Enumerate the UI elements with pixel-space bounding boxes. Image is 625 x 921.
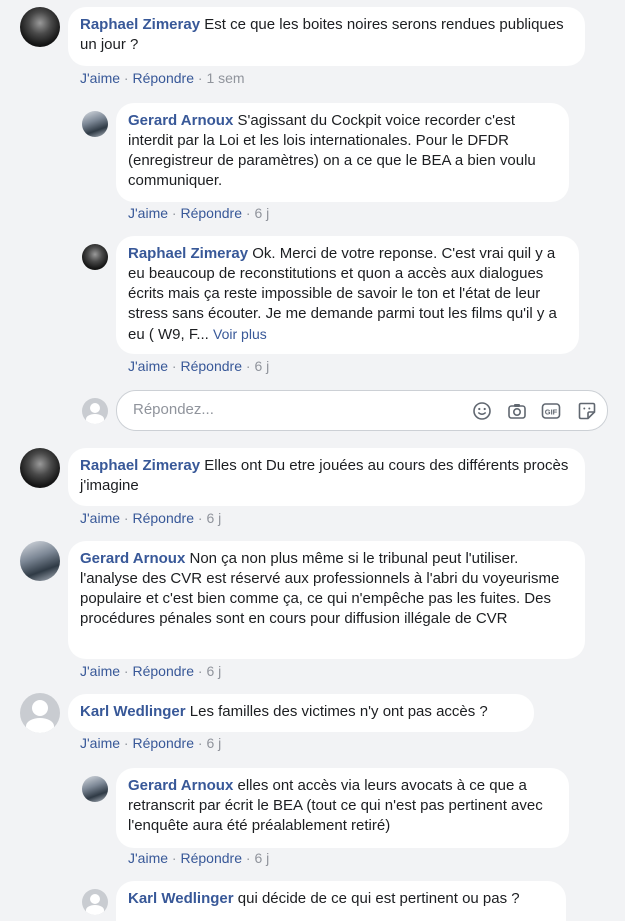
comment-text: qui décide de ce qui est pertinent ou pa… (237, 890, 520, 907)
timestamp[interactable]: 1 sem (206, 70, 244, 86)
gif-icon[interactable]: GIF (541, 401, 561, 421)
like-link[interactable]: J'aime (128, 850, 168, 866)
comment-actions: J'aime · Répondre · 6 j (80, 663, 222, 679)
timestamp[interactable]: 6 j (206, 510, 221, 526)
like-link[interactable]: J'aime (80, 735, 120, 751)
comment-author[interactable]: Karl Wedlinger (128, 890, 234, 907)
comment-actions: J'aime · Répondre · 6 j (128, 205, 270, 221)
timestamp[interactable]: 6 j (254, 850, 269, 866)
like-link[interactable]: J'aime (128, 205, 168, 221)
comment-bubble: Karl Wedlinger Les familles des victimes… (68, 694, 534, 732)
timestamp[interactable]: 6 j (206, 735, 221, 751)
avatar[interactable] (82, 889, 108, 915)
comment-actions: J'aime · Répondre · 6 j (128, 358, 270, 374)
avatar[interactable] (20, 541, 60, 581)
reply-link[interactable]: Répondre (132, 70, 194, 86)
avatar[interactable] (82, 111, 108, 137)
avatar[interactable] (82, 244, 108, 270)
reply-link[interactable]: Répondre (132, 663, 194, 679)
comment-actions: J'aime · Répondre · 6 j (80, 735, 222, 751)
emoji-icon[interactable] (472, 401, 492, 421)
comment-author[interactable]: Karl Wedlinger (80, 703, 186, 720)
like-link[interactable]: J'aime (80, 70, 120, 86)
comment-author[interactable]: Gerard Arnoux (128, 777, 233, 794)
reply-input[interactable] (131, 400, 435, 419)
comment-text: Les familles des victimes n'y ont pas ac… (189, 703, 488, 720)
svg-text:GIF: GIF (545, 408, 558, 417)
comment-author[interactable]: Gerard Arnoux (80, 550, 185, 567)
reply-link[interactable]: Répondre (132, 510, 194, 526)
comment-bubble: Gerard Arnoux S'agissant du Cockpit voic… (116, 103, 569, 202)
comment-author[interactable]: Raphael Zimeray (128, 245, 248, 262)
avatar[interactable] (20, 693, 60, 733)
comment-bubble: Raphael Zimeray Elles ont Du etre jouées… (68, 448, 585, 506)
comment-actions: J'aime · Répondre · 1 sem (80, 70, 245, 86)
comment-bubble: Gerard Arnoux Non ça non plus même si le… (68, 541, 585, 659)
see-more-link[interactable]: Voir plus (213, 326, 267, 342)
avatar[interactable] (20, 448, 60, 488)
reply-link[interactable]: Répondre (180, 850, 242, 866)
like-link[interactable]: J'aime (128, 358, 168, 374)
comment-bubble: Karl Wedlinger qui décide de ce qui est … (116, 881, 566, 921)
avatar[interactable] (82, 776, 108, 802)
comment-bubble: Raphael Zimeray Est ce que les boites no… (68, 7, 585, 66)
reply-link[interactable]: Répondre (180, 358, 242, 374)
like-link[interactable]: J'aime (80, 663, 120, 679)
reply-link[interactable]: Répondre (180, 205, 242, 221)
current-user-avatar (82, 398, 108, 424)
comment-actions: J'aime · Répondre · 6 j (128, 850, 270, 866)
timestamp[interactable]: 6 j (206, 663, 221, 679)
comment-actions: J'aime · Répondre · 6 j (80, 510, 222, 526)
timestamp[interactable]: 6 j (254, 358, 269, 374)
comment-bubble: Raphael Zimeray Ok. Merci de votre repon… (116, 236, 579, 354)
reply-composer: GIF (116, 390, 608, 431)
comment-bubble: Gerard Arnoux elles ont accès via leurs … (116, 768, 569, 848)
timestamp[interactable]: 6 j (254, 205, 269, 221)
comment-author[interactable]: Gerard Arnoux (128, 112, 233, 129)
comment-author[interactable]: Raphael Zimeray (80, 16, 200, 33)
camera-icon[interactable] (507, 401, 527, 421)
avatar[interactable] (20, 7, 60, 47)
comment-author[interactable]: Raphael Zimeray (80, 457, 200, 474)
like-link[interactable]: J'aime (80, 510, 120, 526)
sticker-icon[interactable] (577, 401, 597, 421)
reply-link[interactable]: Répondre (132, 735, 194, 751)
